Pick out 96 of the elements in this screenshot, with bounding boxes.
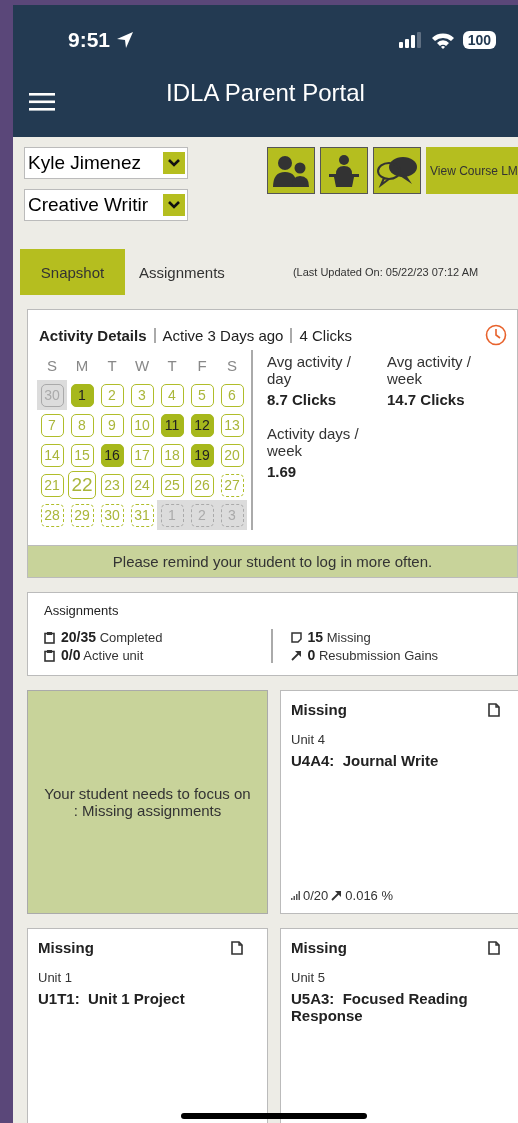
calendar-day: 11: [160, 413, 184, 437]
tab[interactable]: Snapshot: [20, 249, 125, 295]
calendar-day: 26: [190, 473, 214, 497]
calendar-day: 6: [220, 383, 244, 407]
weekday-label: T: [167, 356, 177, 374]
card-title: U1T1: Unit 1 Project: [38, 990, 186, 1007]
wifi-icon: [430, 31, 455, 49]
calendar-day: 18: [160, 443, 184, 467]
calendar-day: 17: [130, 443, 154, 467]
document-icon: [231, 940, 243, 955]
calendar-day: 2: [100, 383, 124, 407]
assignment-stat: 0/0 Active unit: [61, 647, 144, 663]
battery-indicator: 100: [462, 31, 496, 49]
clock-time: 9:51: [68, 28, 111, 52]
arrow-up-right-icon: [290, 649, 302, 661]
bars-icon: [291, 891, 300, 900]
calendar-day: 13: [220, 413, 244, 437]
card-title: U5A3: Focused Reading Response: [291, 990, 469, 1024]
calendar-day: 30: [100, 503, 124, 527]
calendar-day: 22: [68, 471, 96, 499]
messages-button[interactable]: [373, 147, 421, 194]
calendar-day: 9: [100, 413, 124, 437]
card-score: 0/20: [303, 888, 329, 903]
activity-title: Activity Details: [39, 326, 147, 344]
last-active-text: Active 3 Days ago: [162, 326, 284, 344]
app-title: IDLA Parent Portal: [166, 79, 365, 107]
stat-value: 14.7 Clicks: [387, 391, 466, 408]
dropdown-select[interactable]: Creative Writir: [24, 189, 188, 221]
stat-value: 1.69: [267, 463, 298, 480]
stat-label: Avg activity / day: [267, 354, 352, 387]
assignments-title: Assignments: [44, 603, 119, 618]
arrow-up-right-icon: [331, 890, 343, 901]
note-icon: [290, 631, 302, 643]
view-course-button[interactable]: View Course LM: [426, 147, 518, 194]
card-title: U4A4: Journal Write: [291, 752, 440, 769]
calendar-day: 10: [130, 413, 154, 437]
document-icon: [488, 702, 500, 717]
card-unit: Unit 5: [291, 970, 326, 985]
clicks-text: 4 Clicks: [299, 326, 352, 344]
clipboard-icon: [44, 648, 55, 662]
parents-button[interactable]: [267, 147, 315, 194]
stat-label: Activity days / week: [267, 426, 360, 459]
calendar-day: 27: [220, 473, 244, 497]
card-unit: Unit 1: [38, 970, 73, 985]
calendar-day: 20: [220, 443, 244, 467]
chevron-down-icon: [167, 158, 181, 168]
clipboard-icon: [44, 630, 55, 644]
calendar-day: 8: [70, 413, 94, 437]
weekday-label: T: [107, 356, 117, 374]
stat-label: Avg activity / week: [387, 354, 472, 387]
calendar-day: 7: [40, 413, 64, 437]
card-status: Missing: [291, 701, 347, 718]
reminder-banner: Please remind your student to log in more often.: [28, 545, 517, 577]
calendar-day: 12: [190, 413, 214, 437]
calendar-day: 15: [70, 443, 94, 467]
assignment-stat: 15 Missing: [307, 629, 371, 645]
assignment-card[interactable]: Missing Unit 5 U5A3: Focused Reading Response: [280, 928, 518, 1123]
weekday-label: W: [134, 356, 150, 374]
calendar-day: 21: [40, 473, 64, 497]
chevron-down-icon: [167, 200, 181, 210]
calendar-day: 25: [160, 473, 184, 497]
clock-icon[interactable]: [485, 324, 507, 346]
weekday-label: M: [75, 356, 89, 374]
document-icon: [488, 940, 500, 955]
stat-value: 8.7 Clicks: [267, 391, 338, 408]
calendar-day: 14: [40, 443, 64, 467]
last-updated-text: (Last Updated On: 05/22/23 07:12 AM: [292, 266, 479, 278]
focus-message: Your student needs to focus on : Missing assignments: [43, 785, 252, 819]
card-status: Missing: [291, 939, 347, 956]
calendar-day: 24: [130, 473, 154, 497]
assignment-card[interactable]: Missing Unit 4 U4A4: Journal Write 0/20 0.016 %: [280, 690, 518, 914]
calendar-day: 29: [70, 503, 94, 527]
calendar-day: 31: [130, 503, 154, 527]
calendar-day: 16: [100, 443, 124, 467]
dropdown-select[interactable]: Kyle Jimenez: [24, 147, 188, 179]
assignment-stat: 0 Resubmission Gains: [307, 647, 439, 663]
tab[interactable]: Assignments: [125, 249, 239, 295]
weekday-label: S: [227, 356, 237, 374]
card-unit: Unit 4: [291, 732, 326, 747]
calendar-day: 19: [190, 443, 214, 467]
assignment-stat: 20/35 Completed: [61, 629, 163, 645]
teacher-podium-button[interactable]: [320, 147, 368, 194]
location-arrow-icon: [116, 31, 135, 49]
card-gain: 0.016 %: [345, 888, 393, 903]
assignment-card[interactable]: Missing Unit 1 U1T1: Unit 1 Project: [27, 928, 268, 1123]
menu-icon[interactable]: [29, 93, 55, 111]
calendar-day: 4: [160, 383, 184, 407]
calendar-day: 23: [100, 473, 124, 497]
calendar-day: 1: [70, 383, 94, 407]
calendar-day: 28: [40, 503, 64, 527]
calendar-day: 5: [190, 383, 214, 407]
card-status: Missing: [38, 939, 94, 956]
weekday-label: S: [47, 356, 57, 374]
signal-icon: [398, 32, 423, 48]
weekday-label: F: [197, 356, 207, 374]
calendar-day: 3: [130, 383, 154, 407]
